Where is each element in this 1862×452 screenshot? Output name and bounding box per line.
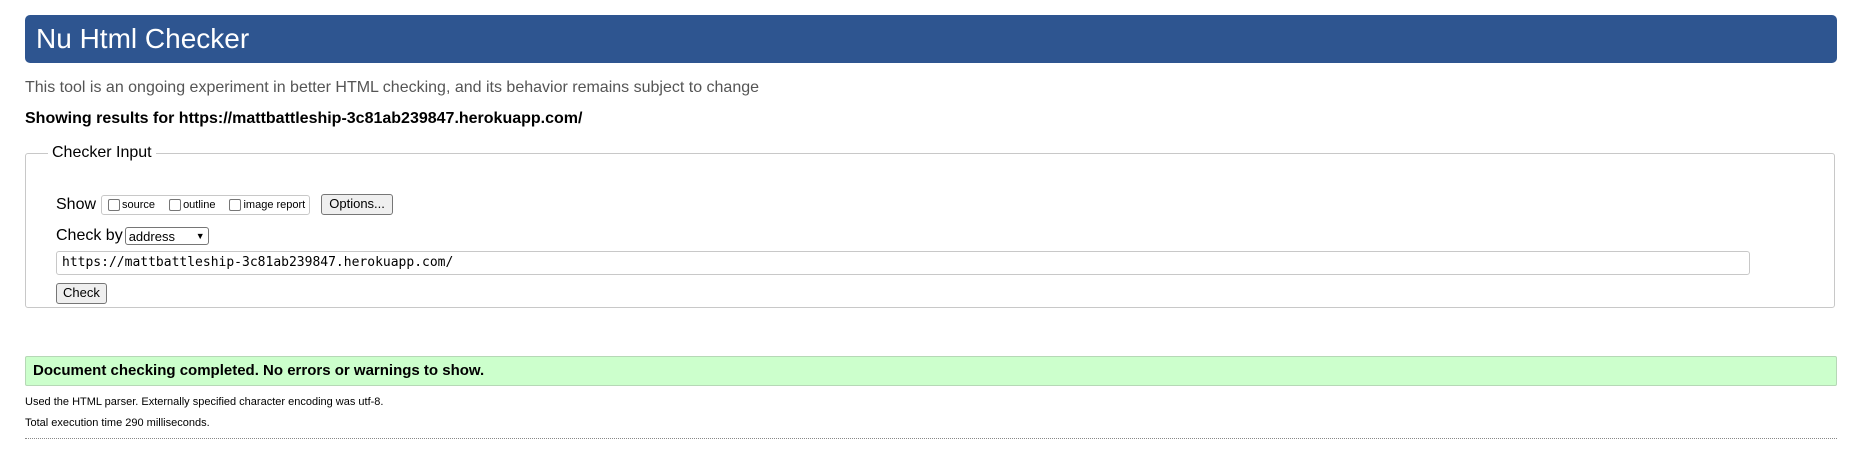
show-row: Show source outline image report Options… — [56, 194, 393, 215]
checker-input-fieldset: Checker Input Show source outline image … — [25, 144, 1835, 308]
outline-checkbox-label: outline — [183, 198, 216, 211]
check-button[interactable]: Check — [56, 283, 107, 304]
source-checkbox-label: source — [122, 198, 156, 211]
check-by-select[interactable]: address ▼ — [124, 227, 209, 245]
show-label: Show — [56, 195, 97, 213]
parser-note: Used the HTML parser. Externally specifi… — [25, 396, 384, 408]
source-checkbox[interactable] — [108, 198, 121, 211]
checker-input-legend: Checker Input — [52, 144, 152, 161]
check-by-row: Check by address ▼ — [56, 227, 209, 245]
check-by-selected-value: address — [128, 228, 175, 244]
check-by-label: Check by — [56, 227, 123, 244]
image-report-checkbox[interactable] — [229, 198, 242, 211]
page-header: Nu Html Checker — [25, 15, 1837, 63]
page-title: Nu Html Checker — [36, 23, 250, 54]
divider — [25, 438, 1837, 439]
url-input[interactable]: https://mattbattleship-3c81ab239847.hero… — [56, 251, 1750, 275]
show-options-group: source outline image report — [101, 194, 311, 215]
image-report-checkbox-label: image report — [243, 198, 306, 211]
execution-time-note: Total execution time 290 milliseconds. — [25, 417, 210, 429]
success-message: Document checking completed. No errors o… — [25, 356, 1837, 386]
chevron-down-icon: ▼ — [195, 231, 205, 241]
options-button[interactable]: Options... — [321, 194, 393, 215]
outline-checkbox[interactable] — [169, 198, 182, 211]
showing-results-heading: Showing results for https://mattbattlesh… — [25, 110, 583, 127]
intro-text: This tool is an ongoing experiment in be… — [25, 79, 760, 96]
